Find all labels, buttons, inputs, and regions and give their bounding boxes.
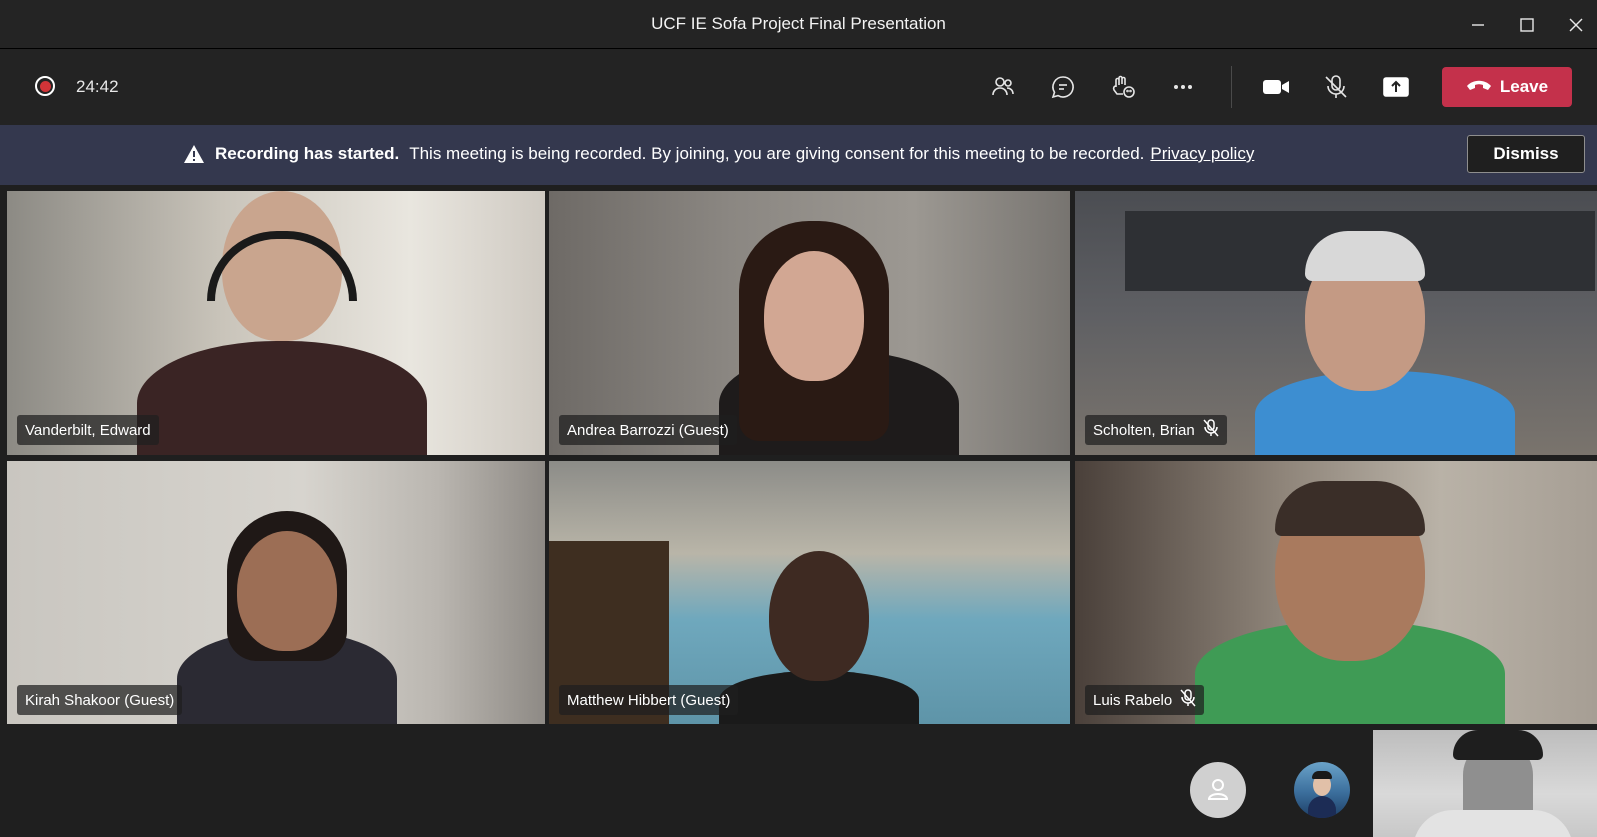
video-tile[interactable]: Scholten, Brian bbox=[1075, 191, 1597, 455]
share-icon[interactable] bbox=[1376, 67, 1416, 107]
participant-name: Scholten, Brian bbox=[1093, 421, 1195, 439]
video-tile[interactable]: Luis Rabelo bbox=[1075, 461, 1597, 725]
self-view-video[interactable] bbox=[1373, 730, 1597, 837]
window-title: UCF IE Sofa Project Final Presentation bbox=[651, 14, 946, 33]
dismiss-button[interactable]: Dismiss bbox=[1467, 135, 1585, 173]
participant-name: Andrea Barrozzi (Guest) bbox=[567, 421, 729, 439]
leave-label: Leave bbox=[1499, 77, 1549, 96]
camera-icon[interactable] bbox=[1256, 67, 1296, 107]
leave-button[interactable]: Leave bbox=[1442, 67, 1572, 107]
participant-name: Kirah Shakoor (Guest) bbox=[25, 691, 175, 709]
more-icon[interactable] bbox=[1163, 67, 1203, 107]
chat-icon[interactable] bbox=[1043, 67, 1083, 107]
participant-name-tag: Kirah Shakoor (Guest) bbox=[17, 685, 183, 715]
video-tile[interactable]: Vanderbilt, Edward bbox=[7, 191, 545, 455]
recording-indicator-icon bbox=[35, 76, 55, 96]
participant-video bbox=[167, 511, 407, 725]
bottom-strip bbox=[0, 724, 1597, 837]
participant-video bbox=[1185, 481, 1515, 725]
meeting-timer: 24:42 bbox=[76, 77, 119, 96]
warning-icon bbox=[183, 144, 205, 164]
participant-name-tag: Vanderbilt, Edward bbox=[17, 415, 159, 445]
participant-name: Vanderbilt, Edward bbox=[25, 421, 151, 439]
mic-off-icon[interactable] bbox=[1316, 67, 1356, 107]
participant-name: Matthew Hibbert (Guest) bbox=[567, 691, 731, 709]
video-tile[interactable]: Matthew Hibbert (Guest) bbox=[549, 461, 1070, 725]
mic-off-icon bbox=[1203, 419, 1219, 441]
title-bar: UCF IE Sofa Project Final Presentation bbox=[0, 0, 1597, 49]
video-tile[interactable]: Andrea Barrozzi (Guest) bbox=[549, 191, 1070, 455]
privacy-policy-link[interactable]: Privacy policy bbox=[1150, 144, 1254, 164]
minimize-icon[interactable] bbox=[1463, 10, 1493, 40]
participant-video bbox=[1235, 231, 1535, 455]
hang-up-icon bbox=[1466, 77, 1492, 97]
participant-name-tag: Andrea Barrozzi (Guest) bbox=[559, 415, 737, 445]
video-tile[interactable]: Kirah Shakoor (Guest) bbox=[7, 461, 545, 725]
banner-body: This meeting is being recorded. By joini… bbox=[409, 144, 1145, 163]
reactions-icon[interactable] bbox=[1103, 67, 1143, 107]
participant-name: Luis Rabelo bbox=[1093, 691, 1173, 709]
participant-name-tag: Luis Rabelo bbox=[1085, 685, 1205, 715]
participant-name-tag: Scholten, Brian bbox=[1085, 415, 1227, 445]
maximize-icon[interactable] bbox=[1512, 10, 1542, 40]
mic-off-icon bbox=[1180, 689, 1196, 711]
banner-message: Recording has started. This meeting is b… bbox=[183, 144, 1254, 164]
teams-meeting-window: UCF IE Sofa Project Final Presentation 2… bbox=[0, 0, 1597, 837]
recording-banner: Recording has started. This meeting is b… bbox=[0, 125, 1597, 185]
banner-title: Recording has started. bbox=[215, 144, 400, 163]
people-icon[interactable] bbox=[983, 67, 1023, 107]
profile-photo-avatar[interactable] bbox=[1294, 762, 1350, 818]
toolbar-separator bbox=[1231, 66, 1232, 108]
participant-video bbox=[719, 551, 919, 725]
generic-person-icon[interactable] bbox=[1190, 762, 1246, 818]
participant-video bbox=[719, 191, 959, 455]
meeting-toolbar: 24:42 Leave bbox=[0, 49, 1597, 125]
participant-name-tag: Matthew Hibbert (Guest) bbox=[559, 685, 739, 715]
close-icon[interactable] bbox=[1561, 10, 1591, 40]
